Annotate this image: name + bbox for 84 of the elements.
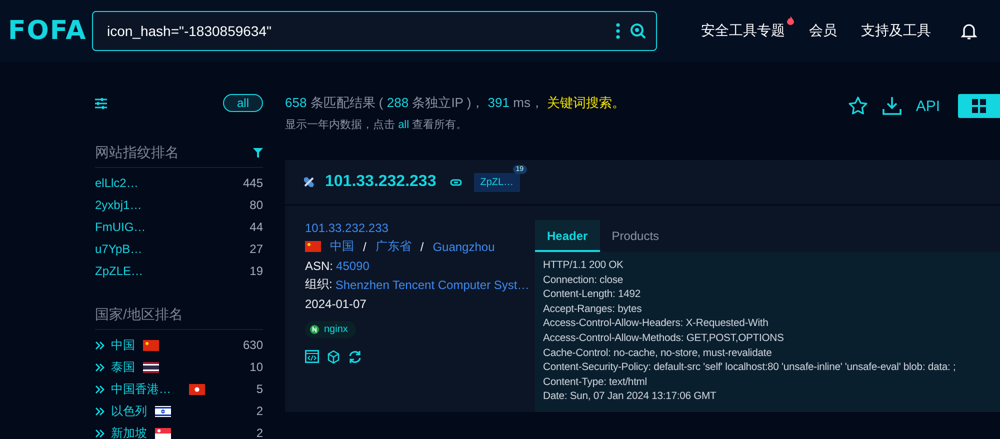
country-link[interactable]: 中国香港… (111, 380, 171, 398)
nav-link[interactable]: 会员 (809, 22, 837, 40)
star-icon[interactable] (848, 96, 868, 116)
separator: / (420, 240, 424, 254)
flag-icon (143, 340, 159, 350)
fingerprint-link[interactable]: elLlc2… (95, 176, 138, 190)
fingerprint-link[interactable]: 2yxbj1… (95, 198, 142, 212)
chevron-icon (95, 384, 105, 394)
count: 27 (250, 242, 263, 256)
country-link[interactable]: 泰国 (111, 358, 135, 376)
more-icon[interactable] (616, 23, 620, 39)
tab[interactable]: Header (535, 220, 600, 252)
header-line: Date: Sun, 07 Jan 2024 13:17:06 GMT (543, 390, 718, 404)
date-range-note: 显示一年内数据，点击 all 查看所有。 (285, 118, 468, 132)
grid-icon (972, 99, 986, 113)
logo[interactable]: FOFA (8, 16, 86, 46)
header-line: Content-Type: text/html (543, 376, 648, 390)
location-link[interactable]: 中国 (330, 238, 354, 255)
separator: / (363, 240, 366, 254)
chevron-icon (95, 362, 105, 372)
flag-icon (155, 428, 171, 438)
country-link[interactable]: 新加坡 (111, 424, 147, 439)
header-line: HTTP/1.1 200 OK (543, 259, 624, 273)
country-link[interactable]: 以色列 (111, 402, 147, 420)
fingerprint-link[interactable]: ZpZLE… (95, 264, 144, 278)
product-tag[interactable]: nginx (305, 321, 356, 338)
search-input[interactable]: icon_hash="-1830859634" (105, 22, 616, 40)
location-link[interactable]: 广东省 (375, 238, 412, 255)
link-icon[interactable] (450, 178, 462, 186)
chevron-icon (95, 406, 105, 416)
header-line: Content-Length: 1492 (543, 288, 642, 302)
cube-icon[interactable] (327, 350, 340, 364)
nav-link[interactable]: 安全工具专题 (701, 22, 785, 40)
filter-icon[interactable] (253, 148, 263, 158)
ip-address: 101.33.232.233 (325, 173, 436, 191)
fingerprint-tag[interactable]: ZpZL… (474, 172, 520, 192)
grid-view-button[interactable] (958, 94, 1000, 118)
date: 2024-01-07 (305, 296, 366, 310)
header-line: Accept-Ranges: bytes (543, 302, 643, 317)
count: 630 (242, 338, 263, 352)
chevron-icon (95, 340, 105, 350)
field-label: ASN: (305, 258, 334, 272)
flag-icon (189, 384, 205, 394)
flag-icon (305, 241, 321, 252)
nginx-icon (310, 325, 319, 334)
nav-link[interactable]: 支持及工具 (861, 22, 931, 40)
asn-link[interactable]: 45090 (336, 258, 370, 272)
tab[interactable]: Products (600, 220, 672, 252)
field-label: 组织: (305, 276, 332, 293)
organization-link[interactable]: Shenzhen Tencent Computer Syst… (335, 278, 530, 292)
code-icon[interactable] (305, 350, 319, 363)
count: 2 (256, 404, 263, 418)
refresh-icon[interactable] (348, 350, 362, 364)
fingerprint-link[interactable]: FmUIG… (95, 220, 146, 234)
count: 2 (256, 426, 263, 439)
header-line: Access-Control-Allow-Headers: X-Requested-With (543, 317, 770, 332)
tools-icon (303, 176, 315, 188)
count: 44 (250, 220, 263, 234)
header-line: Connection: close (543, 274, 624, 288)
count: 10 (250, 360, 263, 374)
country-link[interactable]: 中国 (111, 336, 135, 354)
flag-icon (143, 362, 159, 372)
bell-icon[interactable] (961, 22, 977, 40)
fingerprint-link[interactable]: u7YpB… (95, 242, 142, 256)
count: 19 (250, 264, 263, 278)
all-button[interactable]: all (222, 94, 263, 112)
search-field[interactable]: icon_hash="-1830859634" (92, 11, 657, 51)
search-icon[interactable] (630, 23, 646, 39)
download-icon[interactable] (882, 96, 902, 116)
result-summary: 658 条匹配结果 ( 288 条独立IP )， 391 ms， 关键词搜索。 (285, 94, 626, 112)
section-title: 国家/地区排名 (95, 306, 183, 324)
api-link[interactable]: API (916, 98, 940, 114)
ip-link[interactable]: 101.33.232.233 (305, 220, 388, 234)
location-link[interactable]: Guangzhou (432, 240, 495, 254)
chevron-icon (95, 428, 105, 438)
header-line: Access-Control-Allow-Methods: GET,POST,OPTIONS (543, 332, 785, 346)
section-title: 网站指纹排名 (95, 144, 179, 162)
count: 5 (256, 382, 263, 396)
flag-icon (155, 406, 171, 416)
header-line: Content-Security-Policy: default-src 'self' localhost:80 'unsafe-inline' 'unsafe-eval' blob: data: ; (543, 361, 957, 376)
count: 80 (250, 198, 263, 212)
header-line: Cache-Control: no-cache, no-store, must-revalidate (543, 346, 773, 361)
count: 445 (242, 176, 263, 190)
sliders-icon[interactable] (95, 98, 107, 108)
